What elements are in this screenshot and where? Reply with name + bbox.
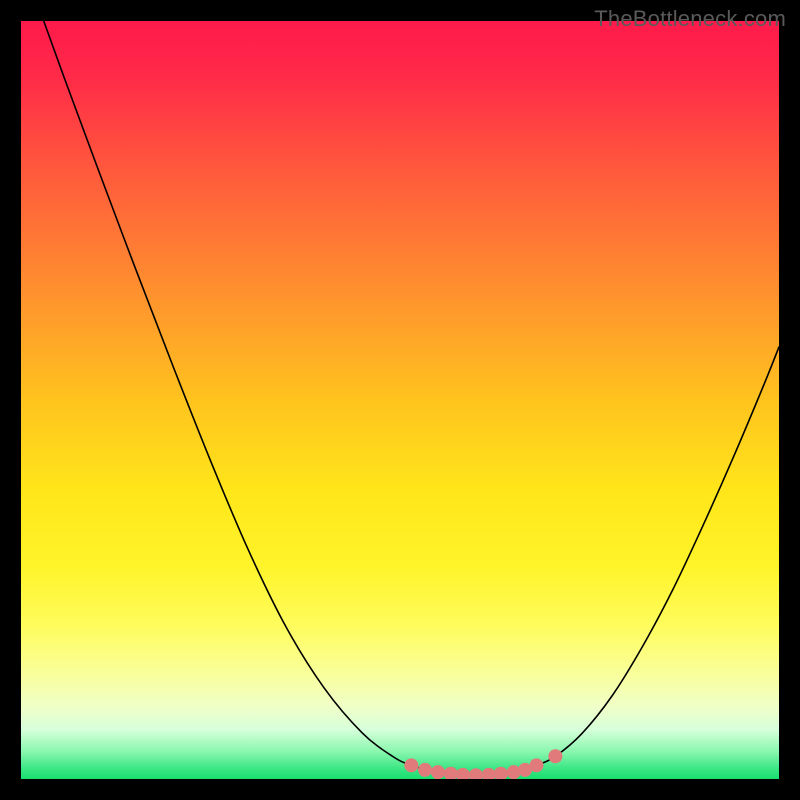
highlight-marker bbox=[431, 765, 445, 779]
heatmap-background bbox=[21, 21, 779, 779]
bottleneck-chart bbox=[21, 21, 779, 779]
watermark-text: TheBottleneck.com bbox=[594, 6, 786, 32]
highlight-marker bbox=[418, 763, 432, 777]
highlight-marker bbox=[548, 749, 562, 763]
highlight-marker bbox=[529, 758, 543, 772]
plot-area bbox=[21, 21, 779, 779]
chart-stage: TheBottleneck.com bbox=[0, 0, 800, 800]
highlight-marker bbox=[404, 758, 418, 772]
